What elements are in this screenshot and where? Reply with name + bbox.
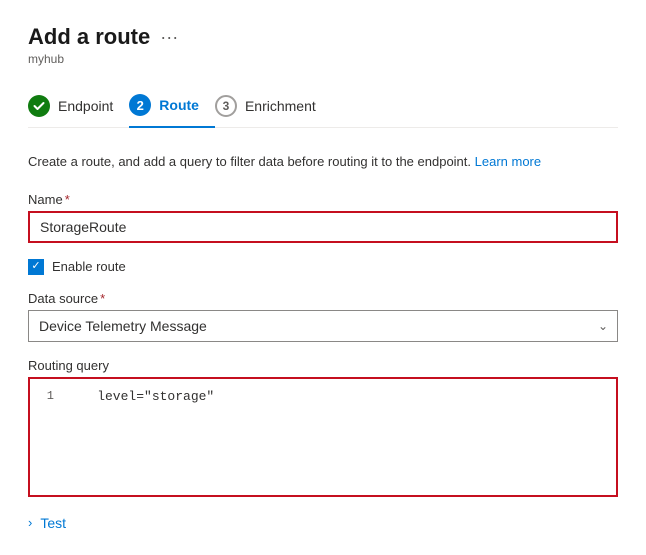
line-numbers: 1 — [30, 387, 66, 408]
routing-query-editor[interactable]: 1 level="storage" — [28, 377, 618, 497]
chevron-right-icon: › — [28, 515, 32, 530]
name-field-group: Name* — [28, 192, 618, 243]
data-source-field-group: Data source* Device Telemetry Message De… — [28, 291, 618, 342]
step-route-circle: 2 — [129, 94, 151, 116]
page-subtitle: myhub — [28, 52, 618, 66]
routing-query-field-group: Routing query 1 level="storage" — [28, 358, 618, 497]
description-body: Create a route, and add a query to filte… — [28, 154, 471, 169]
enable-route-checkbox[interactable]: ✓ — [28, 259, 44, 275]
step-enrichment-circle: 3 — [215, 95, 237, 117]
checkbox-checkmark: ✓ — [31, 261, 40, 272]
name-input[interactable] — [28, 211, 618, 243]
steps-nav: Endpoint 2 Route 3 Enrichment — [28, 84, 618, 128]
line-number-1: 1 — [42, 387, 54, 406]
enable-route-label: Enable route — [52, 259, 126, 274]
enable-route-row[interactable]: ✓ Enable route — [28, 259, 618, 275]
ellipsis-menu[interactable]: ··· — [160, 27, 178, 48]
data-source-label: Data source* — [28, 291, 618, 306]
page-title-text: Add a route — [28, 24, 150, 50]
step-enrichment[interactable]: 3 Enrichment — [215, 85, 332, 127]
step-enrichment-label: Enrichment — [245, 98, 316, 114]
data-source-select[interactable]: Device Telemetry Message Device Twin Cha… — [28, 310, 618, 342]
step-route-label: Route — [159, 97, 199, 113]
code-content[interactable]: level="storage" — [66, 387, 214, 408]
learn-more-link[interactable]: Learn more — [475, 154, 541, 169]
code-editor-inner: 1 level="storage" — [30, 379, 616, 416]
step-endpoint-label: Endpoint — [58, 98, 113, 114]
test-label: Test — [40, 515, 66, 531]
description-text: Create a route, and add a query to filte… — [28, 152, 618, 172]
step-endpoint[interactable]: Endpoint — [28, 85, 129, 127]
data-source-wrapper: Device Telemetry Message Device Twin Cha… — [28, 310, 618, 342]
routing-query-label: Routing query — [28, 358, 618, 373]
step-endpoint-circle — [28, 95, 50, 117]
name-label: Name* — [28, 192, 618, 207]
checkmark-icon — [33, 100, 45, 112]
page-title: Add a route ··· — [28, 24, 618, 50]
test-section[interactable]: › Test — [28, 515, 618, 531]
step-route[interactable]: 2 Route — [129, 84, 215, 128]
